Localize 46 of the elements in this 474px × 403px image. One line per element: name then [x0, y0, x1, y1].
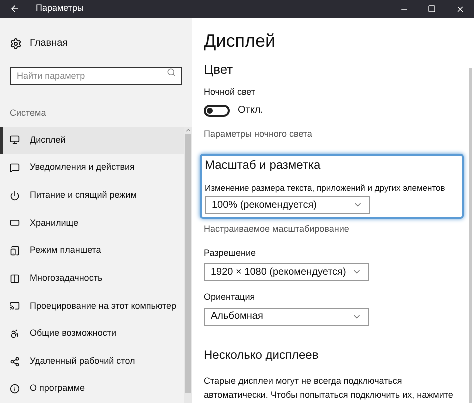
- share-icon: [10, 356, 20, 367]
- nav-item[interactable]: Проецирование на этот компьютер: [0, 292, 184, 320]
- speech-bubble-icon: [10, 162, 20, 173]
- toggle-switch[interactable]: [204, 104, 230, 116]
- setting-label: Изменение размера текста, приложений и других элементов: [205, 182, 446, 194]
- nav-item[interactable]: Дисплей: [0, 126, 184, 154]
- section-heading: Цвет: [204, 61, 234, 79]
- orientation-dropdown[interactable]: Альбомная: [204, 308, 369, 326]
- window-title: Параметры: [36, 2, 84, 16]
- nav-item[interactable]: Удаленный рабочий стол: [0, 348, 184, 376]
- maximize-icon: [428, 5, 436, 13]
- monitor-icon: [10, 135, 20, 146]
- night-light-link[interactable]: Параметры ночного света: [204, 128, 474, 142]
- scroll-up-icon: [184, 126, 192, 134]
- cast-icon: [10, 301, 20, 312]
- nav-item[interactable]: Режим планшета: [0, 237, 184, 265]
- setting-label: Ночной свет: [204, 86, 257, 98]
- nav-item[interactable]: О программе: [0, 375, 184, 403]
- nav-item[interactable]: Общие возможности: [0, 320, 184, 348]
- search-field[interactable]: Найти параметр: [10, 67, 182, 85]
- section-heading: Масштаб и разметка: [205, 156, 322, 174]
- windows-icon: [10, 274, 20, 284]
- home-item[interactable]: Главная: [10, 36, 192, 51]
- description-text: Старые дисплеи могут не всегда подключаться автоматически. Чтобы попытаться подключить их, нажмите: [204, 374, 454, 402]
- resolution-dropdown[interactable]: 1920 × 1080 (рекомендуется): [204, 263, 369, 282]
- close-icon: [456, 4, 464, 14]
- page-title: Дисплей: [204, 32, 277, 50]
- storage-icon: [10, 218, 20, 228]
- setting-label: Ориентация: [204, 291, 256, 304]
- setting-label: Разрешение: [204, 246, 257, 260]
- back-arrow-icon: [10, 4, 20, 14]
- nav-item[interactable]: Уведомления и действия: [0, 154, 184, 182]
- section-label: Система: [10, 107, 48, 120]
- toggle-state: Откл.: [238, 104, 264, 118]
- nav-item[interactable]: Хранилище: [0, 209, 184, 238]
- accessibility-icon: [10, 328, 20, 339]
- search-icon: [167, 68, 176, 76]
- nav-item[interactable]: Питание и спящий режим: [0, 182, 184, 210]
- nav-item[interactable]: Многозадачность: [0, 264, 184, 292]
- tablet-icon: [10, 246, 20, 256]
- power-icon: [10, 190, 20, 201]
- custom-scaling-link[interactable]: Настраиваемое масштабирование: [204, 223, 474, 237]
- settings-icon: [10, 38, 22, 50]
- info-icon: [10, 384, 20, 394]
- scale-dropdown[interactable]: 100% (рекомендуется): [205, 196, 370, 214]
- section-heading: Несколько дисплеев: [204, 346, 320, 364]
